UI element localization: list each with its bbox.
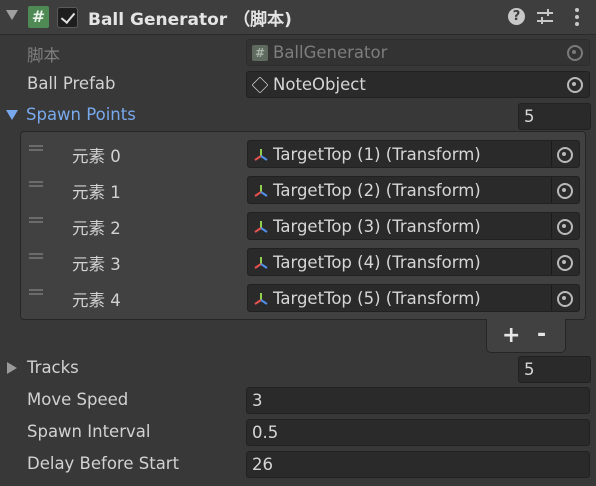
element-value: TargetTop (3) (Transform)	[273, 217, 481, 236]
ball-prefab-label: Ball Prefab	[27, 74, 116, 93]
spawn-points-foldout-icon[interactable]	[6, 110, 18, 120]
spawn-points-size-value: 5	[524, 107, 535, 126]
element-label: 元素 4	[72, 291, 121, 310]
delay-before-start-label: Delay Before Start	[27, 454, 180, 473]
element-label: 元素 1	[72, 183, 121, 202]
transform-icon	[254, 149, 268, 161]
list-item: 元素 1 TargetTop (2) (Transform)	[21, 174, 587, 210]
script-icon: #	[28, 6, 49, 28]
spawn-interval-label: Spawn Interval	[27, 422, 151, 441]
spawn-points-size-field[interactable]: 5	[518, 103, 591, 130]
component-header: # Ball Generator （脚本) ?	[0, 0, 596, 35]
spawn-interval-value: 0.5	[252, 423, 279, 442]
tracks-foldout-icon[interactable]	[7, 362, 17, 374]
element-label: 元素 2	[72, 219, 121, 238]
list-item: 元素 0 TargetTop (1) (Transform)	[21, 138, 587, 174]
object-picker-icon[interactable]	[552, 287, 578, 310]
drag-handle-icon[interactable]	[29, 289, 43, 295]
element-field[interactable]: TargetTop (1) (Transform)	[247, 140, 580, 168]
drag-handle-icon[interactable]	[29, 253, 43, 259]
element-field[interactable]: TargetTop (4) (Transform)	[247, 248, 580, 276]
transform-icon	[254, 293, 268, 305]
script-value: BallGenerator	[273, 43, 388, 62]
drag-handle-icon[interactable]	[29, 217, 43, 223]
object-picker-icon[interactable]	[552, 215, 578, 238]
presets-icon[interactable]	[536, 8, 554, 26]
move-speed-label: Move Speed	[27, 390, 129, 409]
delay-before-start-value: 26	[252, 455, 273, 474]
object-picker-icon[interactable]	[552, 143, 578, 166]
element-value: TargetTop (2) (Transform)	[273, 181, 481, 200]
spawn-points-list: 元素 0 TargetTop (1) (Transform) 元素 1 Targ…	[20, 131, 586, 320]
element-value: TargetTop (4) (Transform)	[273, 253, 481, 272]
transform-icon	[254, 185, 268, 197]
ball-prefab-value: NoteObject	[273, 75, 366, 94]
delay-before-start-field[interactable]: 26	[246, 451, 590, 478]
element-value: TargetTop (1) (Transform)	[273, 145, 481, 164]
element-label: 元素 3	[72, 255, 121, 274]
tracks-size-field[interactable]: 5	[518, 356, 591, 383]
list-item: 元素 3 TargetTop (4) (Transform)	[21, 246, 587, 282]
ball-prefab-field[interactable]: NoteObject	[246, 71, 590, 98]
drag-handle-icon[interactable]	[29, 145, 43, 151]
prefab-cube-icon	[251, 76, 269, 94]
object-picker-icon[interactable]	[562, 73, 588, 96]
tracks-size-value: 5	[524, 360, 535, 379]
move-speed-field[interactable]: 3	[246, 387, 590, 414]
component-enabled-checkbox[interactable]	[57, 7, 78, 28]
element-field[interactable]: TargetTop (5) (Transform)	[247, 284, 580, 312]
foldout-arrow-icon[interactable]	[6, 10, 18, 20]
help-icon[interactable]: ?	[508, 8, 525, 25]
remove-element-button[interactable]: -	[537, 322, 546, 347]
spawn-points-label[interactable]: Spawn Points	[26, 105, 136, 124]
element-label: 元素 0	[72, 147, 121, 166]
transform-icon	[254, 257, 268, 269]
transform-icon	[254, 221, 268, 233]
add-element-button[interactable]: +	[502, 323, 520, 348]
script-label: 脚本	[27, 46, 60, 65]
tracks-label[interactable]: Tracks	[27, 358, 79, 377]
more-options-icon[interactable]	[574, 8, 580, 28]
drag-handle-icon[interactable]	[29, 181, 43, 187]
move-speed-value: 3	[252, 391, 263, 410]
element-field[interactable]: TargetTop (2) (Transform)	[247, 176, 580, 204]
element-field[interactable]: TargetTop (3) (Transform)	[247, 212, 580, 240]
object-picker-icon[interactable]	[552, 251, 578, 274]
list-item: 元素 4 TargetTop (5) (Transform)	[21, 282, 587, 318]
component-title: Ball Generator （脚本)	[88, 10, 292, 30]
spawn-interval-field[interactable]: 0.5	[246, 419, 590, 446]
element-value: TargetTop (5) (Transform)	[273, 289, 481, 308]
list-add-remove-footer: + -	[486, 319, 566, 353]
object-picker-icon	[562, 41, 588, 64]
object-picker-icon[interactable]	[552, 179, 578, 202]
list-item: 元素 2 TargetTop (3) (Transform)	[21, 210, 587, 246]
script-field: # BallGenerator	[246, 39, 590, 66]
script-icon: #	[252, 45, 268, 61]
